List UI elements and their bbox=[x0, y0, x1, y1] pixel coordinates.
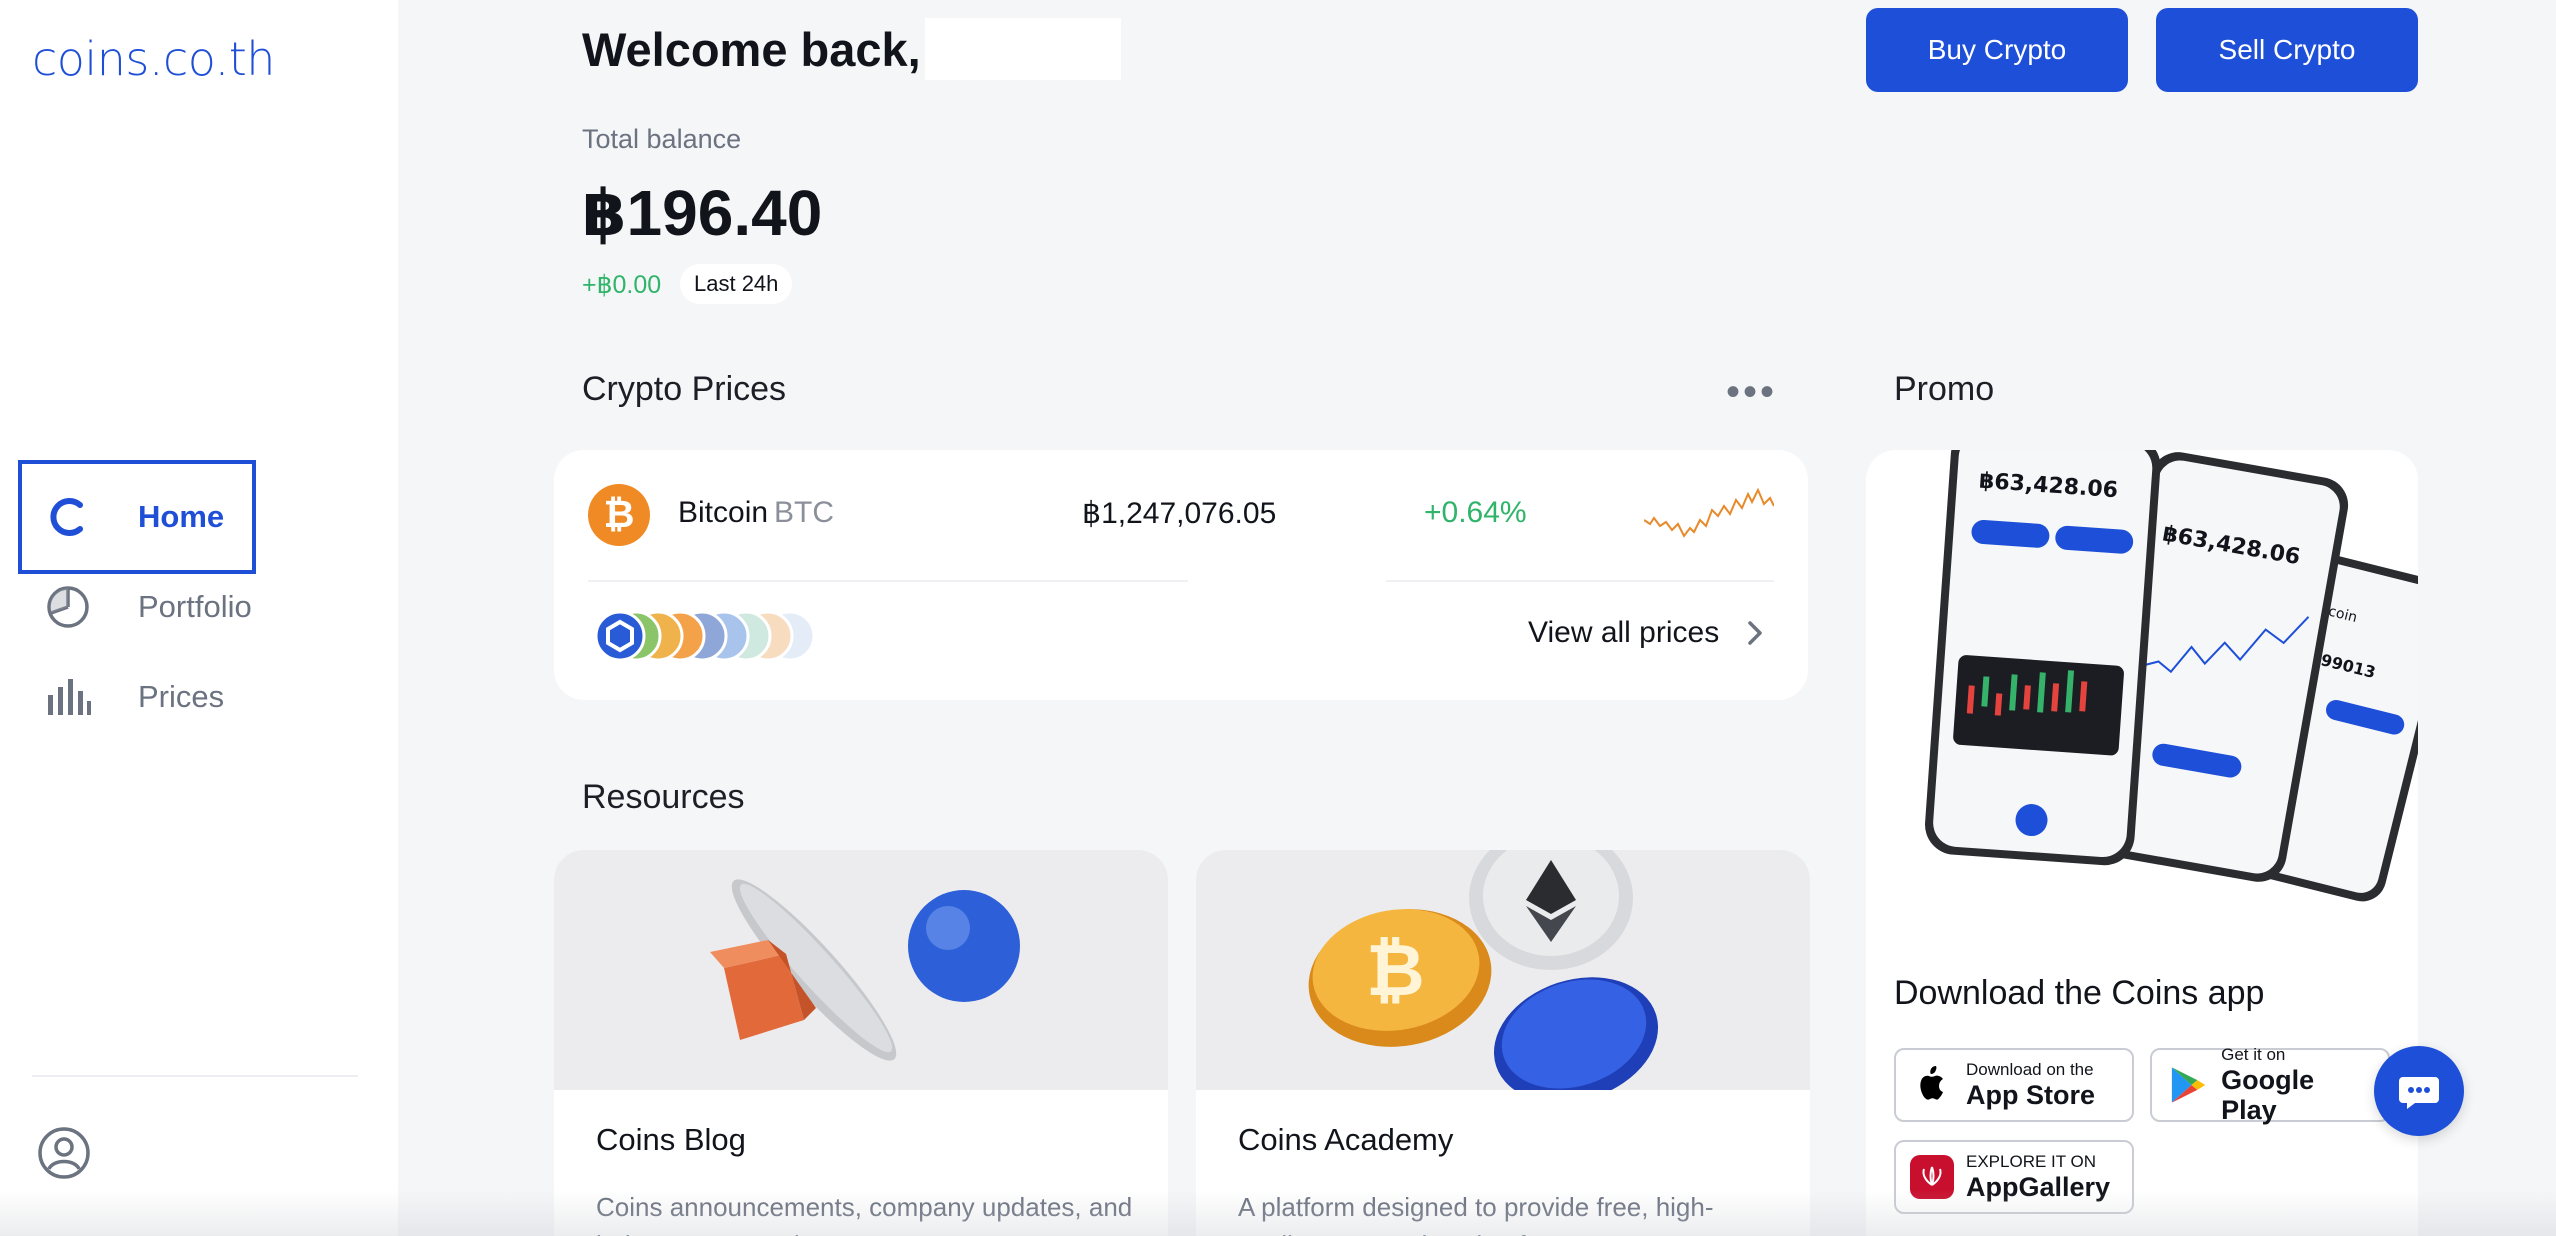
phones-illustration: Bitcoin ฿1399013 ฿63,428.06 ฿63,428.06 bbox=[1925, 450, 2418, 902]
card-divider bbox=[1386, 580, 1774, 582]
user-circle-icon[interactable] bbox=[36, 1125, 92, 1181]
welcome-heading: Welcome back, bbox=[582, 18, 1121, 80]
balance-change: +฿0.00 bbox=[582, 271, 662, 299]
view-all-prices-link[interactable]: View all prices bbox=[1528, 616, 1769, 650]
sidebar-divider bbox=[32, 1075, 358, 1077]
coin-symbol: BTC bbox=[774, 496, 835, 529]
chat-bubble-icon bbox=[2399, 1077, 2439, 1109]
resource-card-blog[interactable]: Coins Blog Coins announcements, company … bbox=[554, 850, 1168, 1236]
crypto-prices-title: Crypto Prices bbox=[582, 370, 787, 408]
buy-crypto-button[interactable]: Buy Crypto bbox=[1866, 8, 2128, 92]
promo-title: Promo bbox=[1894, 370, 1995, 408]
coin-name: Bitcoin bbox=[678, 496, 769, 529]
crypto-prices-card: ₿ Bitcoin BTC ฿1,247,076.05 +0.64% View a… bbox=[554, 450, 1808, 700]
apple-icon bbox=[1920, 1066, 1943, 1100]
chat-button[interactable] bbox=[2374, 1046, 2464, 1136]
sidebar-item-label: Prices bbox=[138, 679, 225, 714]
google-play-icon bbox=[2171, 1067, 2206, 1103]
resource-description: Coins announcements, company updates, an… bbox=[596, 1192, 1133, 1236]
resources-title: Resources bbox=[582, 778, 745, 816]
bitcoin-icon: ₿ bbox=[588, 484, 650, 546]
sidebar-item-label: Home bbox=[138, 499, 225, 534]
store-big-text: Google Play bbox=[2221, 1065, 2315, 1125]
coin-row-bitcoin[interactable]: Bitcoin BTC bbox=[678, 496, 834, 530]
coin-change: +0.64% bbox=[1424, 496, 1527, 529]
svg-text:₿: ₿ bbox=[1366, 928, 1425, 1012]
google-play-button[interactable]: Get it on Google Play bbox=[2150, 1045, 2390, 1125]
sidebar: coins.co.th Home Portfolio Prices bbox=[0, 0, 398, 1236]
app-store-button[interactable]: Download on the App Store bbox=[1894, 1048, 2134, 1122]
sidebar-item-prices[interactable]: Prices bbox=[18, 640, 256, 754]
resource-title: Coins Blog bbox=[596, 1122, 746, 1157]
store-big-text: App Store bbox=[1966, 1080, 2096, 1110]
sell-crypto-button[interactable]: Sell Crypto bbox=[2156, 8, 2418, 92]
total-balance-label: Total balance bbox=[582, 124, 742, 154]
academy-illustration: ₿ bbox=[1196, 850, 1810, 1103]
sidebar-item-label: Portfolio bbox=[138, 589, 252, 624]
period-badge: Last 24h bbox=[680, 264, 793, 304]
app-gallery-button[interactable]: EXPLORE IT ON AppGallery bbox=[1894, 1140, 2134, 1214]
promo-card[interactable]: Bitcoin ฿1399013 ฿63,428.06 ฿63,428.06 D… bbox=[1866, 450, 2418, 1236]
resource-title: Coins Academy bbox=[1238, 1122, 1454, 1157]
store-small-text: Get it on bbox=[2221, 1045, 2286, 1064]
coin-price: ฿1,247,076.05 bbox=[1082, 497, 1277, 530]
coins-c-icon bbox=[40, 489, 96, 545]
resource-description: A platform designed to provide free, hig… bbox=[1238, 1192, 1714, 1236]
view-all-label: View all prices bbox=[1528, 616, 1720, 649]
welcome-text: Welcome back, bbox=[582, 22, 921, 76]
user-name-redacted bbox=[924, 18, 1121, 80]
download-app-title: Download the Coins app bbox=[1894, 974, 2265, 1012]
huawei-icon bbox=[1910, 1155, 1954, 1199]
card-divider bbox=[588, 580, 1188, 582]
coins-logo[interactable]: coins.co.th bbox=[32, 32, 275, 86]
store-small-text: Download on the bbox=[1966, 1060, 2094, 1079]
sparkline-chart bbox=[1644, 487, 1774, 538]
store-small-text: EXPLORE IT ON bbox=[1966, 1152, 2097, 1171]
chevron-right-icon bbox=[1748, 621, 1762, 645]
blog-illustration bbox=[554, 850, 1168, 1090]
bar-chart-icon bbox=[40, 669, 96, 725]
total-balance-value: ฿196.40 bbox=[582, 177, 823, 249]
more-horizontal-icon[interactable]: ••• bbox=[1726, 370, 1777, 415]
pie-chart-icon bbox=[40, 579, 96, 635]
coin-stack-icons bbox=[594, 610, 814, 662]
store-big-text: AppGallery bbox=[1966, 1172, 2111, 1202]
user-name-redacted[interactable] bbox=[118, 1128, 378, 1188]
resource-card-academy[interactable]: ₿ Coins Academy A platform designed to p… bbox=[1196, 850, 1810, 1236]
